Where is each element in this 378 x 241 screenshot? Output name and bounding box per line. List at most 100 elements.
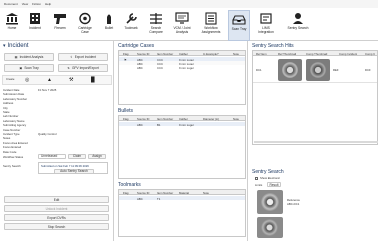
toolbar-incident-label: Incident <box>29 26 41 30</box>
sentry-hit-row[interactable]: DC1 REF DCF <box>253 57 377 83</box>
toolbar-firearm-button[interactable]: Firearm <box>50 12 70 40</box>
auto-sentry-search-button[interactable]: Auto Sentry Search <box>54 168 94 174</box>
column-header[interactable]: Note <box>233 52 239 56</box>
column-header[interactable]: Note <box>233 117 239 121</box>
unlock-incident-button[interactable]: Unlock Incident <box>4 205 109 212</box>
bullets-title: Bullets <box>118 108 134 114</box>
column-header[interactable]: Source ID <box>137 117 149 121</box>
gpv-import-export-button[interactable]: ⇅ GPV Import/Export <box>58 64 108 72</box>
menu-document[interactable]: Document <box>4 2 18 6</box>
incident-header: ▾ Incident <box>3 43 29 49</box>
column-header[interactable]: Item Number <box>157 52 173 56</box>
toolbar-workflow-assignments-button[interactable]: Workflow Assignments <box>197 12 225 40</box>
column-header[interactable]: Caliber <box>179 117 188 121</box>
gear-icon <box>79 12 91 25</box>
tray-icon <box>232 15 246 25</box>
result-select-label: Result <box>269 182 279 187</box>
hits-horizontal-scrollbar[interactable] <box>254 141 378 143</box>
column-header[interactable]: Flag <box>123 52 128 56</box>
table-cell: B1 <box>157 122 161 127</box>
field-value[interactable]: Fri Nov 7 2025 <box>38 88 56 92</box>
sentry-second-thumbnail[interactable] <box>257 217 283 238</box>
toolbar-search-compare-label: Search Compare <box>149 26 163 34</box>
column-header[interactable]: Source ID <box>137 191 149 195</box>
workflow-status-select[interactable]: Unreleased <box>38 153 66 159</box>
analysis-icon: ▦ <box>14 55 18 59</box>
show-electronic-checkbox[interactable] <box>255 176 258 180</box>
sentry-icon <box>293 13 303 24</box>
column-header[interactable]: Flag <box>123 191 128 195</box>
edit-button[interactable]: Edit <box>4 196 109 203</box>
toolmark-small-icon[interactable]: ⚒ <box>69 77 73 83</box>
col-ref-item[interactable]: Ref Item <box>256 52 267 56</box>
sentry-hits-grid: Ref Item Ref Thumbnail Comp Thumbnail Co… <box>252 50 378 145</box>
table-row[interactable]: ABC CCC 9 mm Luger <box>119 65 245 70</box>
ref-thumbnail <box>278 59 302 81</box>
toolbar-cartridge-case-button[interactable]: Cartridge Case <box>74 12 96 40</box>
menu-view[interactable]: View <box>22 2 28 6</box>
cartridge-cases-title: Cartridge Cases <box>118 43 155 49</box>
vcm-icon <box>175 12 189 24</box>
column-header[interactable]: Note <box>203 191 209 195</box>
col-comp-thumbnail[interactable]: Comp Thumbnail <box>306 52 327 56</box>
toolbar-lims-integration-button[interactable]: LIMS Integration <box>254 12 278 40</box>
toolbar-vcm-joint-analysis-button[interactable]: VCM / Joint Analysis <box>170 12 194 40</box>
field-label: Incident Type <box>3 132 20 136</box>
toolmarks-grid: Flag Source ID Item Number Material Note ABC T… <box>118 189 246 237</box>
incident-analysis-label: Incident Analysis <box>19 55 44 59</box>
bullets-header: Flag Source ID Item Number Caliber Diameter … <box>119 116 245 121</box>
toolbar-sentry-search-button[interactable]: Sentry Search <box>283 12 313 40</box>
claim-button[interactable]: Claim <box>68 153 86 159</box>
export-dvrs-button[interactable]: Export DVRs <box>4 214 109 221</box>
assign-button[interactable]: Assign <box>88 153 106 159</box>
col-ref-thumbnail[interactable]: Ref Thumbnail <box>278 52 296 56</box>
collapse-chevron-icon[interactable]: ▾ <box>3 43 6 49</box>
col-comp-incident[interactable]: Comp Incident <box>339 52 357 56</box>
col-comp-item[interactable]: Comp It <box>365 52 375 56</box>
bullet-small-icon[interactable]: ▲ <box>47 77 52 83</box>
field-label: Focus Area Entered <box>3 140 28 145</box>
column-header[interactable]: Flag <box>123 117 128 121</box>
column-header[interactable]: Material <box>179 191 189 195</box>
column-header[interactable]: Source ID <box>137 52 149 56</box>
column-header[interactable]: Diameter (in) <box>203 117 219 121</box>
scan-tray-button[interactable]: ▣ Scan Tray <box>4 64 54 72</box>
menu-fiction[interactable]: Fiction <box>32 2 41 6</box>
table-cell: ABC <box>137 65 143 70</box>
column-header[interactable]: Item Number <box>157 117 173 121</box>
menu-help[interactable]: Help <box>45 2 51 6</box>
column-header[interactable]: Caliber <box>179 52 188 56</box>
toolbar-lims-integration-label: LIMS Integration <box>258 26 274 34</box>
field-label: Date Code <box>3 149 17 154</box>
toolbar-toolmark-button[interactable]: Toolmark <box>120 12 142 40</box>
field-label: Laboratory Name <box>3 118 25 123</box>
column-header[interactable]: In Example? <box>203 52 219 56</box>
stop-search-button[interactable]: Stop Search <box>4 223 109 230</box>
table-row[interactable]: ABC B1 9 mm Luger <box>119 122 245 127</box>
table-row[interactable]: ABC T1 <box>119 196 245 201</box>
field-label: Notes <box>3 136 11 141</box>
export-incident-button[interactable]: ⇪ Export Incident <box>58 53 108 61</box>
building-icon <box>30 13 40 24</box>
toolbar-incident-button[interactable]: Incident <box>25 12 45 40</box>
result-select[interactable]: Result <box>267 182 281 187</box>
toolbar-bullet-button[interactable]: Bullet <box>101 12 117 40</box>
toolbar-scan-tray-button[interactable]: Scan Tray <box>228 10 250 41</box>
cartridge-case-icon[interactable]: ◎ <box>25 77 29 83</box>
assign-label: Assign <box>92 154 102 158</box>
items-panel: Cartridge Cases Flag Source ID Item Number… <box>115 41 248 241</box>
export-incident-label: Export Incident <box>74 55 96 59</box>
incident-title: Incident <box>7 43 29 49</box>
field-value[interactable]: Quality Control <box>38 132 57 136</box>
table-cell: 9 mm Luger <box>179 122 194 127</box>
field-label: Focus Entered <box>3 145 22 150</box>
bank-icon <box>6 13 18 25</box>
column-header[interactable]: Item Number <box>157 191 173 195</box>
menu-bar: Document View Fiction Help <box>0 0 378 8</box>
sentry-search-title: Sentry Search <box>252 169 284 175</box>
toolbar-home-button[interactable]: Home <box>3 12 21 40</box>
toolbar-search-compare-button[interactable]: Search Compare <box>145 12 167 40</box>
sentry-reference-thumbnail[interactable] <box>257 190 283 214</box>
firearm-small-icon[interactable]: █ <box>91 77 95 83</box>
incident-analysis-button[interactable]: ▦ Incident Analysis <box>4 53 54 61</box>
